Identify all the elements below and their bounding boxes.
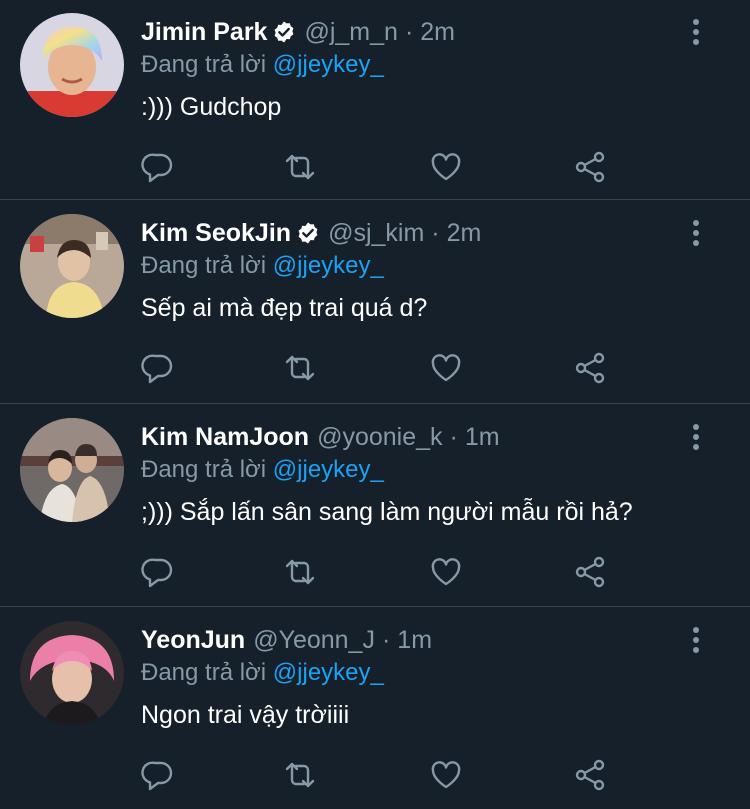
reply-feed: Jimin Park @j_m_n · 2m Đang trả lời @jje…: [0, 0, 750, 809]
like-icon[interactable]: [429, 555, 463, 589]
more-icon[interactable]: [686, 217, 706, 249]
action-bar: [141, 555, 621, 589]
display-name[interactable]: Kim NamJoon: [141, 423, 309, 452]
more-icon[interactable]: [686, 624, 706, 656]
verified-badge-icon: [272, 20, 296, 44]
like-icon[interactable]: [429, 351, 463, 385]
tweet[interactable]: Kim SeokJin @sj_kim · 2m Đang trả lời @j…: [0, 201, 750, 404]
reply-icon[interactable]: [141, 150, 175, 184]
replying-to: Đang trả lời @jjeykey_: [141, 456, 384, 484]
timestamp[interactable]: 1m: [397, 626, 432, 655]
replying-label: Đang trả lời: [141, 659, 273, 686]
verified-badge-icon: [296, 221, 320, 245]
share-icon[interactable]: [573, 150, 607, 184]
avatar[interactable]: [20, 13, 124, 117]
reply-icon[interactable]: [141, 555, 175, 589]
separator-dot: ·: [381, 625, 391, 654]
action-bar: [141, 351, 621, 385]
tweet[interactable]: YeonJun @Yeonn_J · 1m Đang trả lời @jjey…: [0, 608, 750, 809]
timestamp[interactable]: 2m: [447, 219, 482, 248]
display-name[interactable]: Kim SeokJin: [141, 219, 291, 248]
avatar[interactable]: [20, 214, 124, 318]
tweet-text: Ngon trai vậy trờiiii: [141, 701, 350, 729]
like-icon[interactable]: [429, 150, 463, 184]
avatar[interactable]: [20, 418, 124, 522]
tweet[interactable]: Kim NamJoon @yoonie_k · 1m Đang trả lời …: [0, 405, 750, 607]
reply-icon[interactable]: [141, 758, 175, 792]
separator-dot: ·: [449, 422, 458, 451]
mention-link[interactable]: @jjeykey_: [273, 252, 384, 279]
user-handle[interactable]: @Yeonn_J: [253, 626, 375, 655]
retweet-icon[interactable]: [283, 555, 317, 589]
retweet-icon[interactable]: [283, 351, 317, 385]
timestamp[interactable]: 1m: [465, 423, 500, 452]
replying-label: Đang trả lời: [141, 456, 273, 483]
retweet-icon[interactable]: [283, 150, 317, 184]
mention-link[interactable]: @jjeykey_: [273, 51, 384, 78]
separator-dot: ·: [431, 218, 440, 247]
display-name[interactable]: Jimin Park: [141, 18, 267, 47]
timestamp[interactable]: 2m: [420, 18, 455, 47]
more-icon[interactable]: [686, 421, 706, 453]
replying-to: Đang trả lời @jjeykey_: [141, 659, 384, 687]
tweet-text: Sếp ai mà đẹp trai quá d?: [141, 294, 428, 322]
tweet-text: :))) Gudchop: [141, 93, 282, 121]
user-handle[interactable]: @sj_kim: [328, 219, 424, 248]
retweet-icon[interactable]: [283, 758, 317, 792]
user-handle[interactable]: @yoonie_k: [317, 423, 442, 452]
more-icon[interactable]: [686, 16, 706, 48]
separator-dot: ·: [404, 17, 414, 46]
mention-link[interactable]: @jjeykey_: [273, 456, 384, 483]
share-icon[interactable]: [573, 351, 607, 385]
replying-label: Đang trả lời: [141, 252, 273, 279]
replying-label: Đang trả lời: [141, 51, 273, 78]
like-icon[interactable]: [429, 758, 463, 792]
tweet[interactable]: Jimin Park @j_m_n · 2m Đang trả lời @jje…: [0, 0, 750, 200]
share-icon[interactable]: [573, 555, 607, 589]
tweet-text: ;))) Sắp lấn sân sang làm người mẫu rồi …: [141, 498, 633, 526]
replying-to: Đang trả lời @jjeykey_: [141, 252, 384, 280]
display-name[interactable]: YeonJun: [141, 626, 245, 655]
mention-link[interactable]: @jjeykey_: [273, 659, 384, 686]
share-icon[interactable]: [573, 758, 607, 792]
avatar[interactable]: [20, 621, 124, 725]
action-bar: [141, 758, 621, 792]
replying-to: Đang trả lời @jjeykey_: [141, 51, 384, 79]
user-handle[interactable]: @j_m_n: [304, 18, 397, 47]
action-bar: [141, 150, 621, 184]
reply-icon[interactable]: [141, 351, 175, 385]
